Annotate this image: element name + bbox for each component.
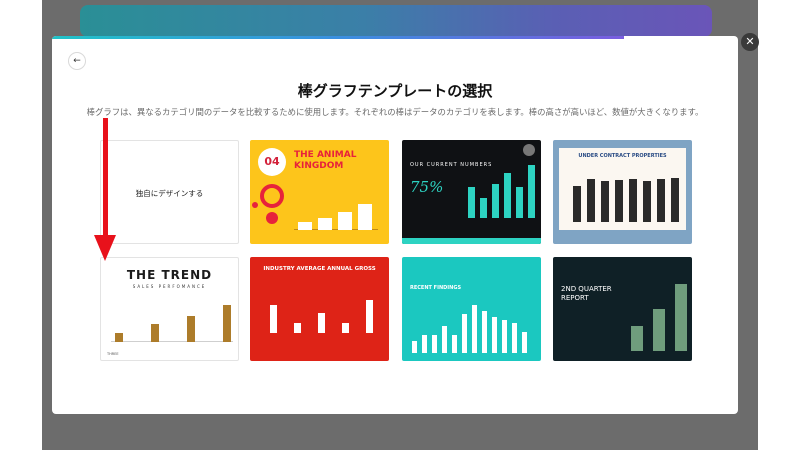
template-title: 2ND QUARTER REPORT <box>561 285 612 302</box>
chart-bar <box>643 181 651 222</box>
chart-bar <box>412 341 417 353</box>
chart-bar <box>422 335 427 353</box>
chart-bar <box>270 305 277 333</box>
template-card-numbers[interactable]: OUR CURRENT NUMBERS 75% <box>402 140 541 244</box>
chart-bar <box>601 181 609 222</box>
chart-bar <box>587 179 595 222</box>
template-card-animal[interactable]: 04 THE ANIMAL KINGDOM <box>250 140 389 244</box>
chart-bar <box>468 187 475 218</box>
chart-bar <box>657 179 665 222</box>
chart-axis <box>111 341 233 342</box>
chart-bar <box>115 333 123 342</box>
chart-bar <box>223 305 231 342</box>
chart-bar <box>318 313 325 333</box>
preview-icon[interactable] <box>523 144 535 156</box>
chart-bar <box>528 165 535 218</box>
template-picker-modal: ← 棒グラフテンプレートの選択 棒グラフは、異なるカテゴリ間のデータを比較するた… <box>52 36 738 414</box>
chart-bar <box>151 324 159 342</box>
chart-bar <box>482 311 487 353</box>
template-card-findings[interactable]: RECENT FINDINGS <box>402 257 541 361</box>
chart-bar <box>442 326 447 353</box>
progress-bar <box>52 36 624 39</box>
modal-description: 棒グラフは、異なるカテゴリ間のデータを比較するために使用します。それぞれの棒はデ… <box>86 107 704 117</box>
arrow-down-icon <box>94 235 116 261</box>
chart-bar <box>318 218 332 230</box>
close-modal-button[interactable]: ✕ <box>741 33 759 51</box>
blank-design-card[interactable]: 独自にデザインする <box>100 140 239 244</box>
chart-bar <box>615 180 623 222</box>
template-card-quarter[interactable]: 2ND QUARTER REPORT <box>553 257 692 361</box>
blank-design-label: 独自にデザインする <box>135 189 204 198</box>
template-card-industry[interactable]: INDUSTRY AVERAGE ANNUAL GROSS <box>250 257 389 361</box>
background-banner <box>80 5 712 37</box>
chart-bar <box>338 212 352 230</box>
chart-bar <box>512 323 517 353</box>
template-card-trend[interactable]: THE TREND SALES PERFOMANCE THREE <box>100 257 239 361</box>
decor-dot-small <box>252 202 258 208</box>
chart-bar <box>516 187 523 218</box>
template-title: THE TREND <box>126 268 213 282</box>
template-title: THE ANIMAL KINGDOM <box>294 150 357 171</box>
chart-bar <box>298 222 312 230</box>
chart-bar <box>492 184 499 218</box>
chart-bar <box>187 316 195 342</box>
chart-bar <box>653 309 665 351</box>
template-subtitle: SALES PERFOMANCE <box>132 284 207 289</box>
template-title: INDUSTRY AVERAGE ANNUAL GROSS <box>263 266 376 272</box>
footer-left: THREE <box>107 352 119 356</box>
chart-bar <box>671 178 679 222</box>
modal-title: 棒グラフテンプレートの選択 <box>297 82 493 100</box>
chart-bar <box>504 173 511 218</box>
arrow-annotation-shaft <box>103 118 108 242</box>
decor-ring <box>260 184 284 208</box>
template-percent: 75% <box>410 178 444 196</box>
template-card-contract[interactable]: UNDER CONTRACT PROPERTIES <box>553 140 692 244</box>
close-icon: ✕ <box>745 35 755 48</box>
template-title: OUR CURRENT NUMBERS <box>410 162 493 168</box>
chart-bar <box>472 305 477 353</box>
template-title: UNDER CONTRACT PROPERTIES <box>578 153 667 159</box>
chart-bar <box>480 198 487 218</box>
back-button[interactable]: ← <box>68 52 86 70</box>
chart-bar <box>573 186 581 222</box>
chart-bar <box>462 314 467 353</box>
chart-bar <box>629 179 637 222</box>
chart-bar <box>432 335 437 353</box>
chart-bar <box>675 284 687 351</box>
chart-bar <box>294 323 301 333</box>
chart-bar <box>452 335 457 353</box>
chart-bar <box>522 332 527 353</box>
template-title: RECENT FINDINGS <box>410 285 462 291</box>
chart-bar <box>342 323 349 333</box>
chart-bar <box>358 204 372 230</box>
arrow-left-icon: ← <box>73 56 81 66</box>
chart-sheet: UNDER CONTRACT PROPERTIES <box>559 148 686 230</box>
chart-bar <box>631 326 643 351</box>
decor-dot <box>266 212 278 224</box>
chart-bar <box>366 300 373 333</box>
chart-bar <box>502 320 507 353</box>
footer-strip <box>402 238 541 244</box>
chart-bar <box>492 317 497 353</box>
template-number: 04 <box>258 148 286 176</box>
